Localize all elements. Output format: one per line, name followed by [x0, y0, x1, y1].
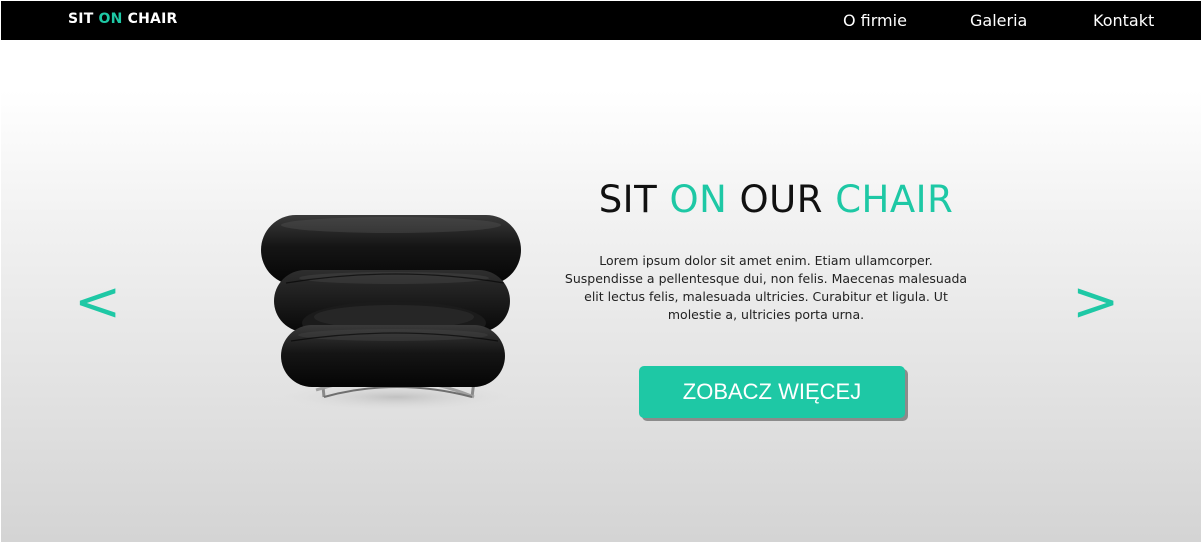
site-logo[interactable]: SIT ON CHAIR: [68, 1, 177, 40]
hero-description: Lorem ipsum dolor sit amet enim. Etiam u…: [564, 253, 968, 322]
headline-word-sit: SIT: [598, 178, 658, 221]
headline-word-our: OUR: [739, 178, 823, 221]
logo-word-on: ON: [98, 11, 123, 27]
slider-next-arrow[interactable]: >: [1072, 272, 1120, 332]
nav-link-kontakt[interactable]: Kontakt: [1093, 1, 1154, 40]
headline-word-on: ON: [669, 178, 728, 221]
nav-link-galeria[interactable]: Galeria: [970, 1, 1027, 40]
logo-word-chair: CHAIR: [127, 11, 178, 27]
nav-link-o-firmie[interactable]: O firmie: [843, 1, 907, 40]
hero-slider: < > SIT ON OUR CHAIR Lorem ipsum dolor s…: [1, 40, 1201, 542]
top-navbar: SIT ON CHAIR O firmie Galeria Kontakt: [1, 1, 1201, 40]
armchair-image: [246, 165, 546, 415]
hero-headline: SIT ON OUR CHAIR: [541, 178, 1011, 221]
logo-word-sit: SIT: [68, 11, 94, 27]
headline-word-chair: CHAIR: [835, 178, 954, 221]
slider-prev-arrow[interactable]: <: [74, 272, 122, 332]
see-more-button[interactable]: ZOBACZ WIĘCEJ: [639, 366, 905, 418]
